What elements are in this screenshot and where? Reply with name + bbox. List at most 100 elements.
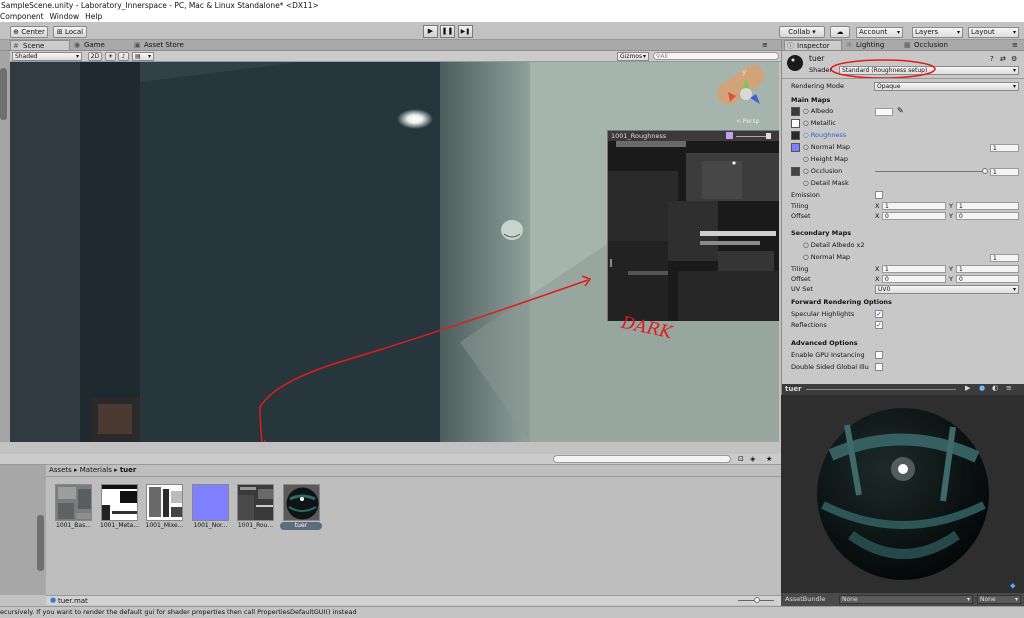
- tab-game[interactable]: ◉ Game: [72, 40, 130, 50]
- assetbundle-variant-dropdown[interactable]: None: [977, 595, 1021, 604]
- tab-occlusion-label: Occlusion: [914, 41, 948, 49]
- breadcrumb-assets[interactable]: Assets: [49, 466, 72, 474]
- offset-y-field[interactable]: 0: [956, 212, 1019, 220]
- pause-button[interactable]: ❚❚: [440, 25, 455, 38]
- asset-thumb-tuer[interactable]: [283, 484, 320, 521]
- tab-asset-store[interactable]: ▣ Asset Store: [132, 40, 202, 50]
- scene-search-input[interactable]: ⚲All: [653, 52, 779, 60]
- offset-x-field[interactable]: 0: [882, 212, 946, 220]
- menu-help[interactable]: Help: [85, 12, 102, 21]
- cloud-button[interactable]: ☁: [830, 26, 850, 38]
- preview-menu-icon[interactable]: ≡: [1006, 384, 1012, 392]
- layers-dropdown[interactable]: Layers: [912, 27, 963, 38]
- step-button[interactable]: ▶❚: [458, 25, 473, 38]
- asset-label-normal[interactable]: 1001_Nor...: [188, 522, 233, 530]
- material-sphere-icon: [787, 55, 803, 71]
- reflections-checkbox[interactable]: ✓: [875, 321, 883, 329]
- asset-thumb-normal[interactable]: [192, 484, 229, 521]
- project-search-input[interactable]: [553, 455, 731, 463]
- breadcrumb-materials[interactable]: Materials: [80, 466, 112, 474]
- layout-dropdown[interactable]: Layout: [968, 27, 1019, 38]
- normal-map-slot[interactable]: [791, 143, 800, 152]
- favorite-star-icon[interactable]: ★: [766, 455, 772, 463]
- preset-icon[interactable]: ⇄: [1000, 55, 1006, 63]
- occlusion-value-field[interactable]: 1: [990, 168, 1019, 176]
- breadcrumb-tuer[interactable]: tuer: [120, 466, 137, 474]
- albedo-slot[interactable]: [791, 107, 800, 116]
- tab-lighting[interactable]: ☼ Lighting: [844, 40, 900, 50]
- tiling-y-field[interactable]: 1: [956, 202, 1019, 210]
- preview-light-icon[interactable]: ●: [979, 384, 985, 392]
- preview-header[interactable]: tuer ▶ ● ◐ ≡: [781, 384, 1024, 395]
- menu-window[interactable]: Window: [50, 12, 80, 21]
- asset-tag-icon[interactable]: ⬥: [1010, 581, 1016, 591]
- pivot-center-button[interactable]: ⊕ Center: [10, 26, 48, 38]
- help-icon[interactable]: ?: [990, 55, 994, 63]
- panel-menu-icon[interactable]: ≡: [762, 41, 768, 49]
- lighting-toggle-icon[interactable]: ☀: [105, 52, 116, 61]
- effects-dropdown[interactable]: ▤: [132, 52, 154, 61]
- offset2-x-field[interactable]: 0: [882, 275, 946, 283]
- preview-drag-handle[interactable]: [806, 389, 956, 390]
- asset-thumb-metallic[interactable]: [101, 484, 138, 521]
- asset-thumb-mixed[interactable]: [146, 484, 183, 521]
- asset-label-tuer[interactable]: tuer: [280, 522, 322, 530]
- thumb-size-slider-thumb[interactable]: [754, 597, 760, 603]
- preview-play-icon[interactable]: ▶: [965, 384, 970, 392]
- roughness-preview: [238, 485, 273, 520]
- preview-shape-icon[interactable]: ◐: [992, 384, 998, 392]
- collab-button[interactable]: Collab ▾: [779, 26, 825, 38]
- secondary-normal-field[interactable]: 1: [990, 254, 1019, 262]
- tab-lighting-label: Lighting: [856, 41, 885, 49]
- eyedropper-icon[interactable]: ✎: [897, 106, 904, 115]
- offset2-y-field[interactable]: 0: [956, 275, 1019, 283]
- material-preview-area[interactable]: ⬥: [781, 395, 1024, 593]
- occlusion-slot[interactable]: [791, 167, 800, 176]
- asset-label-basecolor[interactable]: 1001_Bas...: [51, 522, 96, 530]
- offset2-label: Offset: [791, 275, 811, 283]
- metallic-slot[interactable]: [791, 119, 800, 128]
- albedo-color-field[interactable]: [875, 108, 893, 116]
- roughness-slot[interactable]: [791, 131, 800, 140]
- gpu-instancing-checkbox[interactable]: [875, 351, 883, 359]
- tab-scene[interactable]: # Scene: [10, 40, 70, 50]
- tiling2-y-label: Y: [949, 265, 953, 273]
- asset-label-roughness[interactable]: 1001_Rou...: [233, 522, 278, 530]
- folder-tree-scrollbar[interactable]: [37, 515, 44, 571]
- filter-type-icon[interactable]: ⊡: [738, 455, 744, 463]
- scene-view[interactable]: y < Persp 1001_Roughness DARK: [10, 62, 779, 442]
- play-button[interactable]: ▶: [423, 25, 438, 38]
- local-global-button[interactable]: ⊞ Local: [53, 26, 87, 38]
- occlusion-slider[interactable]: [875, 171, 985, 172]
- asset-label-mixed[interactable]: 1001_Mixe...: [142, 522, 187, 530]
- settings-gear-icon[interactable]: ⚙: [1011, 55, 1017, 63]
- specular-checkbox[interactable]: ✓: [875, 310, 883, 318]
- normal-scale-field[interactable]: 1: [990, 144, 1019, 152]
- tab-occlusion[interactable]: ▦ Occlusion: [902, 40, 966, 50]
- asset-thumb-roughness[interactable]: [237, 484, 274, 521]
- advanced-options-heading: Advanced Options: [791, 339, 858, 347]
- uv-set-dropdown[interactable]: UV0: [875, 285, 1019, 294]
- double-sided-checkbox[interactable]: [875, 363, 883, 371]
- assetbundle-dropdown[interactable]: None: [839, 595, 973, 604]
- emission-checkbox[interactable]: [875, 191, 883, 199]
- rendering-mode-dropdown[interactable]: Opaque: [874, 82, 1019, 91]
- audio-toggle-icon[interactable]: ♪: [118, 52, 129, 61]
- scene-icon: #: [13, 42, 19, 50]
- panel-divider: [0, 442, 781, 454]
- occlusion-slider-thumb[interactable]: [982, 168, 988, 174]
- asset-label-metallic[interactable]: 1001_Meta...: [97, 522, 142, 530]
- asset-thumb-basecolor[interactable]: [55, 484, 92, 521]
- tiling2-x-field[interactable]: 1: [882, 265, 946, 273]
- left-scrollbar[interactable]: [0, 68, 7, 120]
- account-dropdown[interactable]: Account: [856, 27, 903, 38]
- tiling-x-field[interactable]: 1: [882, 202, 946, 210]
- toggle-2d-button[interactable]: 2D: [88, 52, 102, 61]
- filter-label-icon[interactable]: ◈: [750, 455, 755, 463]
- tab-inspector[interactable]: ⓘ Inspector: [784, 40, 842, 50]
- inspector-menu-icon[interactable]: ≡: [1012, 41, 1018, 49]
- tiling2-y-field[interactable]: 1: [956, 265, 1019, 273]
- gizmos-dropdown[interactable]: Gizmos: [617, 52, 649, 61]
- shading-mode-dropdown[interactable]: Shaded: [12, 52, 82, 61]
- menu-component[interactable]: Component: [0, 12, 44, 21]
